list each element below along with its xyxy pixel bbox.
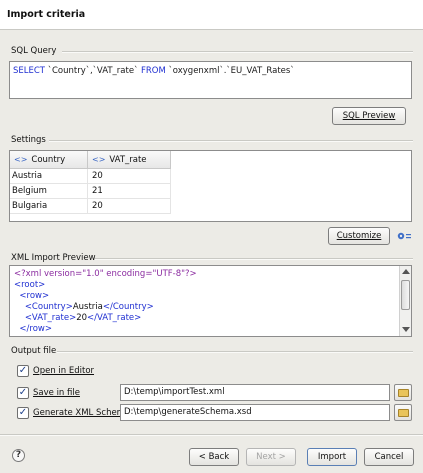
back-button[interactable]: < Back xyxy=(189,448,239,466)
xml-element-icon: <> xyxy=(14,155,28,164)
sql-table: `oxygenxml`.`EU_VAT_Rates` xyxy=(168,66,295,76)
import-button[interactable]: Import xyxy=(307,448,357,466)
browse-schema-file-button[interactable] xyxy=(394,404,412,421)
settings-separator xyxy=(49,140,413,142)
open-in-editor-label[interactable]: Open in Editor xyxy=(33,366,94,376)
dialog-header: Import criteria xyxy=(0,0,423,30)
customize-label: Customize xyxy=(336,231,382,241)
table-cell[interactable]: 20 xyxy=(88,169,171,184)
scroll-down-arrow-icon[interactable] xyxy=(402,327,410,332)
sql-query-editor[interactable]: SELECT `Country`,`VAT_rate` FROM `oxygen… xyxy=(9,61,412,99)
folder-icon xyxy=(398,409,409,417)
xml-line: <?xml version="1.0" encoding="UTF-8"?> xyxy=(14,269,197,279)
xml-line: <Country>Austria</Country> xyxy=(24,302,154,312)
xml-element-icon: <> xyxy=(92,155,106,164)
help-icon[interactable]: ? xyxy=(12,449,25,462)
column-header-vat-rate[interactable]: <> VAT_rate xyxy=(88,151,171,169)
xml-preview-area[interactable]: <?xml version="1.0" encoding="UTF-8"?> <… xyxy=(9,265,412,337)
sql-preview-label: SQL Preview xyxy=(342,111,396,121)
output-file-label: Output file xyxy=(11,346,57,356)
schema-path-input[interactable]: D:\temp\generateSchema.xsd xyxy=(120,404,390,421)
table-cell[interactable]: 20 xyxy=(88,199,171,214)
open-in-editor-checkbox[interactable]: ✓ xyxy=(17,365,29,377)
table-cell[interactable]: 21 xyxy=(88,184,171,199)
sql-from-keyword: FROM xyxy=(141,66,166,76)
xml-preview-separator xyxy=(95,258,413,260)
xml-line: <VAT_rate>20</VAT_rate> xyxy=(24,313,142,323)
xml-line: </row> xyxy=(19,324,52,334)
save-file-path-input[interactable]: D:\temp\importTest.xml xyxy=(120,384,390,401)
settings-table[interactable]: <> Country <> VAT_rate Austria 20 Belgium … xyxy=(9,150,412,222)
sql-columns: `Country`,`VAT_rate` xyxy=(47,66,139,76)
generate-schema-checkbox[interactable]: ✓ xyxy=(17,407,29,419)
settings-gear-icon[interactable] xyxy=(396,229,412,243)
customize-button[interactable]: Customize xyxy=(328,227,390,245)
cancel-button[interactable]: Cancel xyxy=(364,448,414,466)
xml-line: <root> xyxy=(14,280,46,290)
table-cell[interactable]: Belgium xyxy=(10,184,88,199)
scrollbar-thumb[interactable] xyxy=(401,280,410,310)
sql-preview-button[interactable]: SQL Preview xyxy=(332,107,406,125)
folder-icon xyxy=(398,389,409,397)
table-cell[interactable]: Austria xyxy=(10,169,88,184)
generate-schema-label[interactable]: Generate XML Schema xyxy=(33,408,130,418)
column-header-country[interactable]: <> Country xyxy=(10,151,88,169)
scroll-up-arrow-icon[interactable] xyxy=(402,269,410,274)
sql-select-keyword: SELECT xyxy=(13,66,45,76)
xml-preview-label: XML Import Preview xyxy=(11,253,96,263)
table-cell[interactable]: Bulgaria xyxy=(10,199,88,214)
xml-preview-scrollbar[interactable] xyxy=(399,266,411,336)
footer-separator xyxy=(0,434,423,436)
sql-query-label: SQL Query xyxy=(11,46,57,56)
xml-line: <row> xyxy=(19,291,50,301)
next-button[interactable]: Next > xyxy=(246,448,296,466)
browse-save-file-button[interactable] xyxy=(394,384,412,401)
output-file-separator xyxy=(57,351,413,353)
save-in-file-checkbox[interactable]: ✓ xyxy=(17,387,29,399)
sql-query-separator xyxy=(62,51,413,53)
settings-label: Settings xyxy=(11,135,46,145)
save-in-file-label[interactable]: Save in file xyxy=(33,388,80,398)
dialog-title: Import criteria xyxy=(7,9,86,20)
